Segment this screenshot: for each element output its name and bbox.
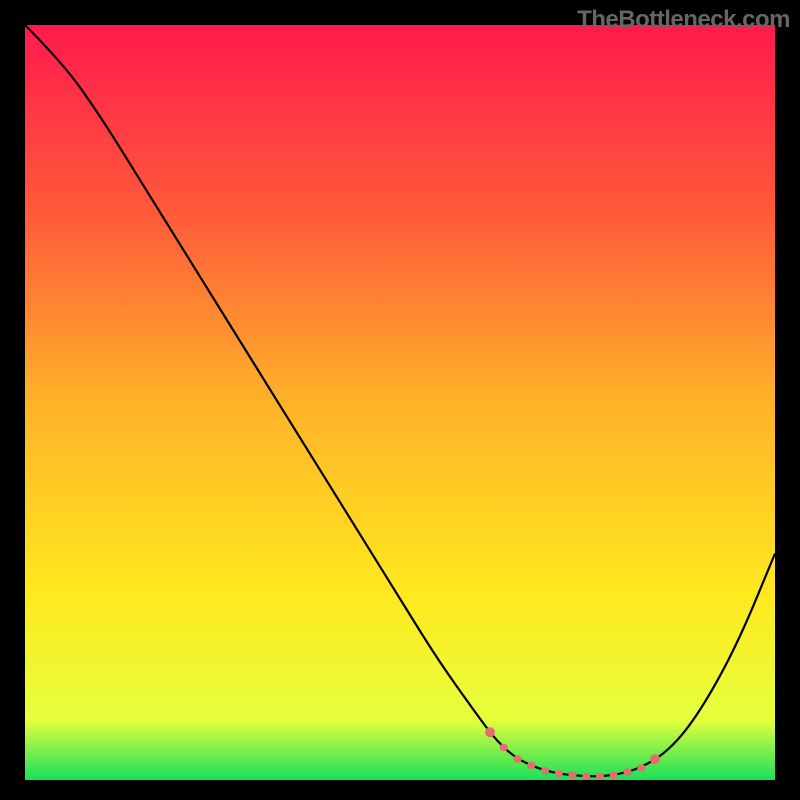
- chart-container: TheBottleneck.com: [0, 0, 800, 800]
- bottleneck-curve: [25, 25, 775, 780]
- plot-area: [25, 25, 775, 780]
- watermark-text: TheBottleneck.com: [577, 6, 790, 34]
